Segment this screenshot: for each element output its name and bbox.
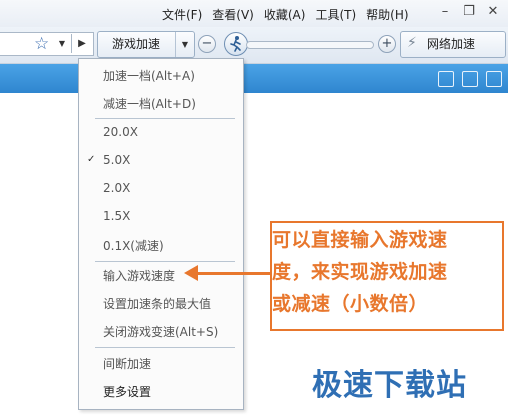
menu-item-set-max[interactable]: 设置加速条的最大值 <box>103 295 211 312</box>
annotation-line: 或减速（小数倍） <box>272 293 429 315</box>
menu-file[interactable]: 文件(F) <box>162 6 202 23</box>
menu-item-20x[interactable]: 20.0X <box>103 125 138 139</box>
speed-decrease-button[interactable]: − <box>198 35 216 53</box>
annotation-line: 可以直接输入游戏速 <box>272 229 448 251</box>
network-accelerate-button[interactable]: ⚡ 网络加速 <box>400 31 506 58</box>
window-controls: – ❐ ✕ <box>436 4 502 20</box>
tab-strip <box>0 64 508 93</box>
menu-favorites[interactable]: 收藏(A) <box>264 6 306 23</box>
menu-separator <box>95 118 235 119</box>
menu-item-speed-down[interactable]: 减速一档(Alt+D) <box>103 95 196 112</box>
network-accelerate-label: 网络加速 <box>427 37 476 51</box>
annotation-arrow-line <box>196 272 270 275</box>
annotation-line: 度，来实现游戏加速 <box>272 261 448 283</box>
screenshot-icon[interactable] <box>438 71 454 87</box>
restore-icon[interactable]: ❐ <box>460 4 478 20</box>
address-bar[interactable]: ☆ ▼ ▶ <box>0 32 94 56</box>
check-icon: ✓ <box>87 154 96 165</box>
speed-increase-button[interactable]: + <box>378 35 396 53</box>
menu-item-5x[interactable]: 5.0X <box>103 153 130 167</box>
menu-item-disable-speed[interactable]: 关闭游戏变速(Alt+S) <box>103 323 218 340</box>
chevron-down-icon[interactable]: ▼ <box>175 32 194 57</box>
favorite-star-icon[interactable]: ☆ <box>34 34 49 54</box>
go-arrow-icon[interactable]: ▶ <box>71 34 92 53</box>
tab-strip-icons <box>438 71 502 87</box>
annotation-text: 可以直接输入游戏速 度，来实现游戏加速 或减速（小数倍） <box>272 224 502 320</box>
menu-items: 文件(F) 查看(V) 收藏(A) 工具(T) 帮助(H) <box>162 6 409 23</box>
menu-item-more-settings[interactable]: 更多设置 <box>103 383 151 400</box>
menu-separator <box>95 347 235 348</box>
menu-tools[interactable]: 工具(T) <box>315 6 356 23</box>
lightning-icon: ⚡ <box>407 35 417 51</box>
close-tab-icon[interactable] <box>462 71 478 87</box>
menu-help[interactable]: 帮助(H) <box>366 6 408 23</box>
chevron-down-icon[interactable]: ▼ <box>56 35 68 52</box>
minimize-icon[interactable]: – <box>436 4 454 20</box>
menu-item-1-5x[interactable]: 1.5X <box>103 209 130 223</box>
menu-view[interactable]: 查看(V) <box>212 6 254 23</box>
annotation-arrow-head <box>184 265 198 281</box>
sidebar-toggle-icon[interactable] <box>486 71 502 87</box>
menu-item-0-1x[interactable]: 0.1X(减速) <box>103 237 164 254</box>
menu-item-2x[interactable]: 2.0X <box>103 181 130 195</box>
menu-bar: 文件(F) 查看(V) 收藏(A) 工具(T) 帮助(H) – ❐ ✕ <box>0 0 508 27</box>
menu-item-speed-up[interactable]: 加速一档(Alt+A) <box>103 67 195 84</box>
toolbar: ☆ ▼ ▶ 游戏加速 ▼ − + ⚡ 网络加速 <box>0 27 508 64</box>
speed-slider[interactable] <box>246 41 374 49</box>
menu-separator <box>95 261 235 262</box>
close-icon[interactable]: ✕ <box>484 4 502 20</box>
watermark-logo: 极速下载站 <box>312 368 467 403</box>
game-speed-button[interactable]: 游戏加速 ▼ <box>97 31 195 58</box>
menu-item-input-speed[interactable]: 输入游戏速度 <box>103 267 175 284</box>
speed-dropdown-menu: 加速一档(Alt+A) 减速一档(Alt+D) 20.0X ✓ 5.0X 2.0… <box>78 58 244 410</box>
game-speed-label: 游戏加速 <box>111 37 160 51</box>
runner-icon[interactable] <box>224 32 248 56</box>
menu-item-interval-accel[interactable]: 间断加速 <box>103 355 151 372</box>
